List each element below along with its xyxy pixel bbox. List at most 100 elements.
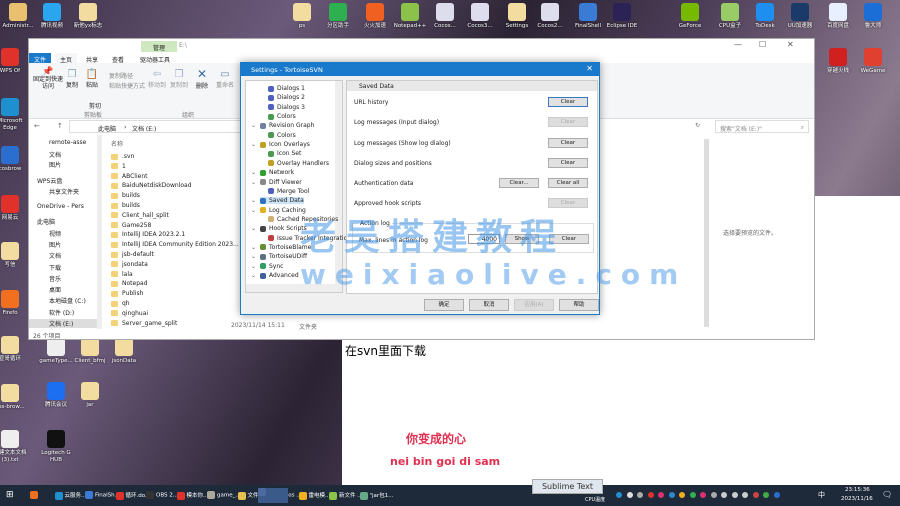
desktop-icon[interactable]: Cocos... (427, 3, 463, 30)
ribbon-tab[interactable]: 主页 (55, 53, 78, 64)
desktop-icon[interactable]: 新他yx标志 (70, 3, 106, 30)
desktop-icon[interactable]: 网易云 (0, 195, 28, 222)
tray-icon[interactable] (637, 492, 643, 498)
tray-icon[interactable] (616, 492, 622, 498)
nav-item[interactable]: WPS云盘 (37, 176, 62, 185)
ribbon-tab[interactable]: 共享 (81, 53, 103, 64)
desktop-icon[interactable]: Microsoft Edge (0, 98, 28, 132)
desktop-icon[interactable]: WeGame (855, 48, 891, 75)
tray-icon[interactable] (721, 492, 727, 498)
desktop-icon[interactable]: Cocos3... (462, 3, 498, 30)
tree-expand-icon[interactable]: ⌄ (251, 122, 256, 129)
clear-button[interactable]: Clear all (548, 178, 588, 188)
clear-button[interactable]: Clear (548, 138, 588, 148)
desktop-icon[interactable]: ToDesk (747, 3, 783, 30)
file-row[interactable]: builds (111, 202, 140, 209)
desktop-icon[interactable]: UU加速器 (782, 3, 818, 30)
file-row[interactable]: qinghuai (111, 310, 148, 317)
file-row[interactable]: IntelliJ IDEA Community Edition 2023... (111, 241, 239, 248)
clear-button[interactable]: Clear (548, 97, 588, 107)
desktop-icon[interactable]: cosbrow (0, 146, 28, 173)
file-row[interactable]: jsondata (111, 261, 148, 268)
nav-item[interactable]: 文档 (E:) (29, 319, 99, 328)
nav-item[interactable]: 此电脑 (37, 217, 55, 226)
close-icon[interactable]: ✕ (586, 64, 593, 73)
nav-item[interactable]: 视频 (49, 229, 61, 238)
desktop-icon[interactable]: 火火加速 (357, 3, 393, 30)
maximize-icon[interactable]: ☐ (759, 40, 766, 49)
nav-item[interactable]: 本地磁盘 (C:) (49, 296, 86, 305)
tray-icon[interactable] (763, 492, 769, 498)
file-row[interactable]: 1 (111, 163, 126, 170)
tree-item[interactable]: Colors (268, 132, 296, 139)
clear-button[interactable]: Clear (548, 158, 588, 168)
nav-item[interactable]: OneDrive - Pers (37, 203, 84, 210)
taskbar-item[interactable]: 模本你... (176, 491, 208, 500)
tree-item[interactable]: ⌄ Log Caching (251, 207, 306, 214)
desktop-icon[interactable]: Logitech G HUB (38, 430, 74, 464)
nav-item[interactable]: 下载 (49, 263, 61, 272)
move-to-button[interactable]: ⇦ 移动到 (147, 69, 167, 89)
up-icon[interactable]: ↑ (57, 122, 63, 130)
file-row[interactable]: builds (111, 192, 140, 199)
desktop-icon[interactable]: Notepad++ (392, 3, 428, 30)
tree-expand-icon[interactable]: ⌄ (251, 169, 256, 176)
taskbar-item[interactable]: 雷电模... (298, 491, 330, 500)
tree-item[interactable]: ⌄ Diff Viewer (251, 179, 302, 186)
tree-item[interactable]: Colors (268, 113, 296, 120)
desktop-icon[interactable]: Client_bfmj (72, 338, 108, 365)
tray-icon[interactable] (647, 492, 654, 498)
tray-icon[interactable] (689, 492, 696, 498)
breadcrumb-this-pc[interactable]: 此电脑 (98, 124, 116, 133)
tree-item[interactable]: Overlay Handlers (268, 160, 329, 167)
tree-expand-icon[interactable]: ⌄ (251, 263, 256, 270)
cpu-temperature[interactable]: CPU温度 (585, 496, 605, 503)
tree-expand-icon[interactable]: ⌄ (251, 207, 256, 214)
copy-path-button[interactable]: 复制路径 (109, 71, 133, 80)
file-row[interactable]: Game258 (111, 222, 151, 229)
tree-item[interactable]: ⌄ Advanced (251, 272, 299, 279)
tree-item[interactable]: Merge Tool (268, 188, 309, 195)
taskbar-item[interactable]: game_... (207, 491, 241, 499)
desktop-icon[interactable]: 写信 (0, 242, 28, 269)
desktop-icon[interactable]: Administr... (0, 3, 36, 30)
delete-button[interactable]: ✕ 删除 (193, 67, 211, 90)
tray-icon[interactable] (731, 492, 738, 498)
ime-indicator[interactable]: 中 (818, 490, 825, 500)
tray-icon[interactable] (773, 492, 780, 498)
column-header-name[interactable]: 名称 (111, 139, 123, 148)
pin-quick-access-button[interactable]: 📌 固定到快速访问 (33, 68, 63, 91)
tree-item[interactable]: Dialogs 1 (268, 85, 305, 92)
rename-button[interactable]: ▭ 重命名 (215, 69, 235, 89)
cut-button[interactable]: 剪切 (89, 101, 101, 110)
desktop-icon[interactable]: 腾讯会议 (38, 382, 74, 409)
help-button[interactable]: 帮助 (559, 299, 599, 311)
close-icon[interactable]: ✕ (787, 40, 794, 49)
tray-icon[interactable] (626, 492, 633, 498)
file-row[interactable]: Server_game_split (111, 320, 177, 327)
desktop-icon[interactable]: Eclipse IDE (604, 3, 640, 30)
file-row[interactable]: ABClient (111, 173, 148, 180)
breadcrumb-drive[interactable]: 文档 (E:) (132, 124, 156, 133)
nav-item[interactable]: 音乐 (49, 274, 61, 283)
nav-item[interactable]: 文档 (49, 251, 61, 260)
desktop-icon[interactable]: GeForce (672, 3, 708, 30)
file-list-scrollbar[interactable] (704, 139, 709, 327)
refresh-icon[interactable]: ↻ (695, 122, 700, 129)
file-row[interactable]: Notepad (111, 280, 148, 287)
nav-item[interactable]: 共享文件夹 (49, 187, 79, 196)
file-row[interactable]: IntelliJ IDEA 2023.2.1 (111, 231, 185, 238)
minimize-icon[interactable]: — (734, 40, 742, 49)
desktop-icon[interactable]: 鲁大师 (855, 3, 891, 30)
taskbar-item[interactable]: "jar包1... (359, 491, 393, 500)
nav-item[interactable]: 桌面 (49, 285, 61, 294)
nav-item[interactable]: remote-asse (49, 139, 86, 146)
desktop-icon[interactable]: gameType... (38, 338, 74, 365)
file-row[interactable]: lala (111, 271, 133, 278)
tree-item[interactable]: Dialogs 2 (268, 94, 305, 101)
tree-item[interactable]: ⌄ Revision Graph (251, 122, 314, 129)
notification-icon[interactable]: 🗨 (882, 490, 892, 499)
nav-item[interactable]: 软件 (D:) (49, 308, 74, 317)
tree-item[interactable]: Dialogs 3 (268, 104, 305, 111)
paste-button[interactable]: 📋 粘贴 (83, 69, 101, 89)
